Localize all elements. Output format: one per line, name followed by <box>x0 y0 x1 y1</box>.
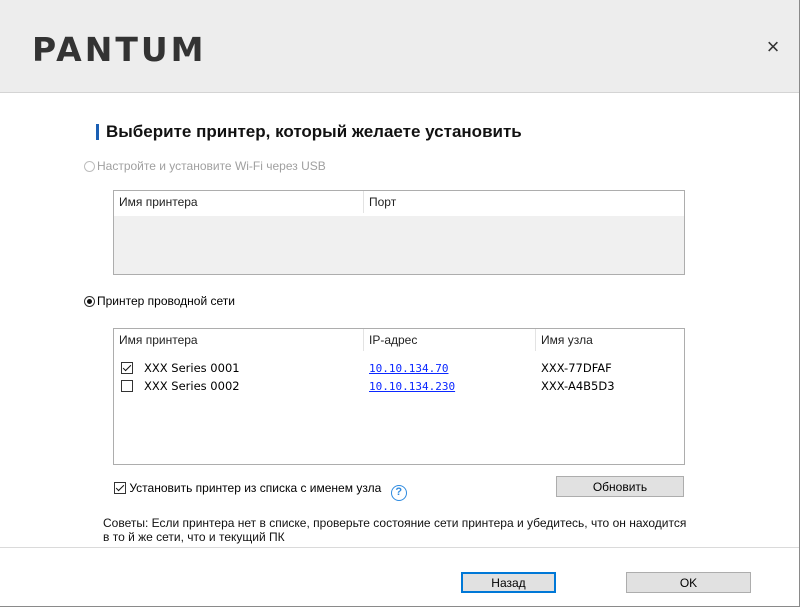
network-printer-table: Имя принтера IP-адрес Имя узла XXX Serie… <box>113 328 685 465</box>
row-checkbox[interactable] <box>121 362 133 374</box>
table-row[interactable]: XXX Series 0002 10.10.134.230 XXX-A4B5D3 <box>114 377 684 396</box>
wired-option-label: Принтер проводной сети <box>97 294 235 308</box>
pantum-logo: PANTUM <box>32 30 207 69</box>
usb-option-label: Настройте и установите Wi-Fi через USB <box>97 159 326 173</box>
refresh-button[interactable]: Обновить <box>556 476 684 497</box>
wired-option[interactable]: Принтер проводной сети <box>84 294 235 308</box>
page-title: Выберите принтер, который желаете устано… <box>106 122 522 141</box>
usb-printer-table: Имя принтера Порт <box>113 190 685 275</box>
row-printer-name: XXX Series 0001 <box>144 361 240 375</box>
title-accent-bar <box>96 124 99 140</box>
table-row[interactable]: XXX Series 0001 10.10.134.70 XXX-77DFAF <box>114 359 684 378</box>
row-ip-link[interactable]: 10.10.134.70 <box>369 359 448 378</box>
usb-radio <box>84 161 95 172</box>
install-by-hostname-checkbox[interactable] <box>114 482 126 494</box>
row-ip-link[interactable]: 10.10.134.230 <box>369 377 455 396</box>
row-host-name: XXX-A4B5D3 <box>541 379 615 393</box>
tips-text: Советы: Если принтера нет в списке, пров… <box>103 516 687 544</box>
installer-window: PANTUM × Выберите принтер, который желае… <box>0 0 800 607</box>
net-col-host: Имя узла <box>541 333 593 347</box>
back-button[interactable]: Назад <box>461 572 556 593</box>
usb-option: Настройте и установите Wi-Fi через USB <box>84 159 326 173</box>
net-col-printer-name: Имя принтера <box>114 329 364 351</box>
row-printer-name: XXX Series 0002 <box>144 379 240 393</box>
install-by-hostname-label: Установить принтер из списка с именем уз… <box>129 481 382 495</box>
usb-col-printer-name: Имя принтера <box>114 191 364 213</box>
usb-table-body <box>114 216 684 274</box>
install-by-hostname[interactable]: Установить принтер из списка с именем уз… <box>114 481 407 501</box>
row-host-name: XXX-77DFAF <box>541 361 612 375</box>
help-icon[interactable]: ? <box>390 485 407 501</box>
ok-button[interactable]: OK <box>626 572 751 593</box>
net-col-ip: IP-адрес <box>364 329 536 351</box>
close-icon[interactable]: × <box>763 36 783 58</box>
footer-divider <box>0 547 799 548</box>
wired-radio[interactable] <box>84 296 95 307</box>
usb-col-port: Порт <box>369 195 397 209</box>
header: PANTUM × <box>0 0 799 93</box>
row-checkbox[interactable] <box>121 380 133 392</box>
